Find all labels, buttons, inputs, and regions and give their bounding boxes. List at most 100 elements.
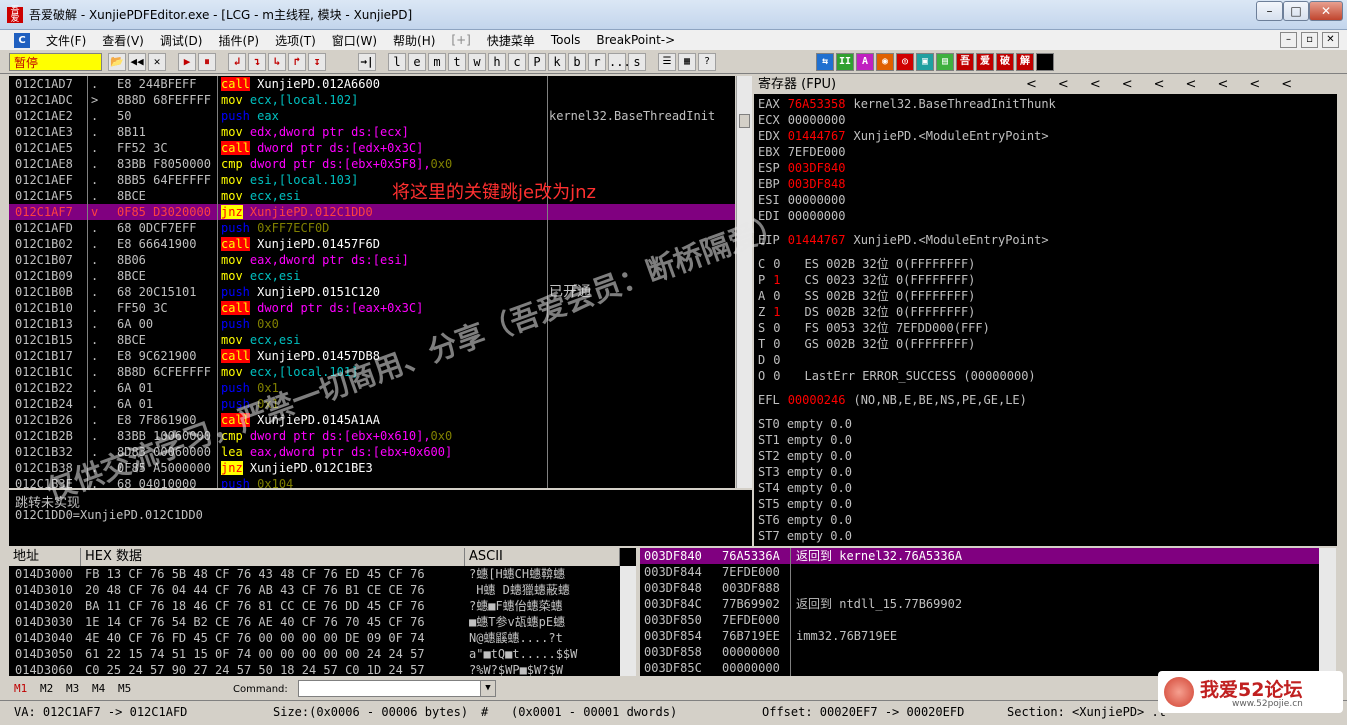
target-icon[interactable]: ◎ bbox=[896, 53, 914, 71]
register-row[interactable]: ESP 003DF840 bbox=[758, 160, 853, 176]
disasm-row[interactable]: 012C1ADC >8B8D 68FEFFFF mov ecx,[local.102… bbox=[9, 92, 735, 108]
disasm-row[interactable]: 012C1AD7. E8 244BFEFF call XunjiePD.012A66… bbox=[9, 76, 735, 92]
stack-row[interactable]: 003DF85C 00000000 bbox=[640, 660, 1336, 676]
disasm-row[interactable]: 012C1B2B. 83BB 10060000 cmp dword ptr ds:[… bbox=[9, 428, 735, 444]
minimize-button[interactable]: – bbox=[1256, 1, 1283, 21]
memory-button[interactable]: m bbox=[428, 53, 446, 71]
register-row[interactable]: ECX 00000000 bbox=[758, 112, 853, 128]
jie-icon[interactable]: 解 bbox=[1016, 53, 1034, 71]
disasm-row[interactable]: 012C1B10. FF50 3C call dword ptr ds:[eax+0… bbox=[9, 300, 735, 316]
step-into-icon[interactable]: ↲ bbox=[228, 53, 246, 71]
menu-options[interactable]: 选项(T) bbox=[267, 32, 324, 49]
record-icon[interactable]: ◉ bbox=[876, 53, 894, 71]
flag-row[interactable]: P 1 CS 0023 32位 0(FFFFFFFF) bbox=[758, 272, 975, 288]
dump-scrollbar[interactable] bbox=[620, 566, 636, 676]
cpu-button[interactable]: c bbox=[508, 53, 526, 71]
disasm-row[interactable]: 012C1B0B. 68 20C15101 push XunjiePD.0151C1… bbox=[9, 284, 735, 300]
register-row[interactable]: EBX 7EFDE000 bbox=[758, 144, 853, 160]
help-icon[interactable]: ? bbox=[698, 53, 716, 71]
nav-arrow-icon[interactable]: < bbox=[1154, 77, 1165, 92]
close-button[interactable]: ✕ bbox=[1309, 1, 1343, 21]
menu-breakpoint[interactable]: BreakPoint-> bbox=[588, 33, 683, 47]
disasm-row[interactable]: 012C1AE8. 83BB F8050000 cmp dword ptr ds:[… bbox=[9, 156, 735, 172]
dump-header-address[interactable]: 地址 bbox=[9, 548, 81, 566]
open-icon[interactable]: 📂 bbox=[108, 53, 126, 71]
trace-into-icon[interactable]: ↳ bbox=[268, 53, 286, 71]
disasm-row[interactable]: 012C1AF5. 8BCE mov ecx,esi bbox=[9, 188, 735, 204]
register-row[interactable]: EDX 01444767 XunjiePD.<ModuleEntryPoint> bbox=[758, 128, 1049, 144]
chevron-down-icon[interactable]: ▼ bbox=[480, 681, 495, 696]
fpu-row[interactable]: ST2 empty 0.0 bbox=[758, 448, 852, 464]
fpu-row[interactable]: ST6 empty 0.0 bbox=[758, 512, 852, 528]
flag-row[interactable]: O 0 LastErr ERROR_SUCCESS (00000000) bbox=[758, 368, 1036, 384]
register-nav-arrows[interactable]: < < < < < < < < < bbox=[1026, 76, 1313, 94]
trace-over-icon[interactable]: ↱ bbox=[288, 53, 306, 71]
execute-till-return-icon[interactable]: ↧ bbox=[308, 53, 326, 71]
tab-m4[interactable]: M4 bbox=[92, 682, 105, 695]
stack-row[interactable]: 003DF850 7EFDE000 bbox=[640, 612, 1336, 628]
tab-m3[interactable]: M3 bbox=[66, 682, 79, 695]
disasm-row[interactable]: 012C1B02. E8 66641900 call XunjiePD.01457F… bbox=[9, 236, 735, 252]
disasm-row[interactable]: 012C1AEF. 8BB5 64FEFFFF mov esi,[local.103… bbox=[9, 172, 735, 188]
stack-row[interactable]: 003DF854 76B719EE imm32.76B719EE bbox=[640, 628, 1336, 644]
menu-help[interactable]: 帮助(H) bbox=[385, 32, 443, 49]
stack-row[interactable]: 003DF840 76A5336A 返回到 kernel32.76A5336A bbox=[640, 548, 1336, 564]
register-row[interactable]: EBP 003DF848 bbox=[758, 176, 853, 192]
breakpoints-button[interactable]: b bbox=[568, 53, 586, 71]
disasm-row[interactable]: 012C1B38. 0F85 A5000000 jnz XunjiePD.012C1… bbox=[9, 460, 735, 476]
dump-header-hex[interactable]: HEX 数据 bbox=[81, 548, 465, 566]
dump-header-ascii[interactable]: ASCII bbox=[465, 548, 620, 566]
mdi-restore-button[interactable]: ▫ bbox=[1301, 32, 1318, 48]
handles-button[interactable]: h bbox=[488, 53, 506, 71]
disasm-row[interactable]: 012C1B1C. 8B8D 6CFEFFFF mov ecx,[local.101… bbox=[9, 364, 735, 380]
grid-icon[interactable]: ▣ bbox=[916, 53, 934, 71]
fpu-row[interactable]: ST4 empty 0.0 bbox=[758, 480, 852, 496]
registers-pane[interactable]: 寄存器 (FPU) < < < < < < < < < EAX 76A53358 kernel32.… bbox=[754, 76, 1337, 546]
disasm-row[interactable]: 012C1B3E. 68 04010000 push 0x104 bbox=[9, 476, 735, 488]
run-icon[interactable]: ▶ bbox=[178, 53, 196, 71]
a-plugin-icon[interactable]: A bbox=[856, 53, 874, 71]
threads-button[interactable]: t bbox=[448, 53, 466, 71]
menu-tools[interactable]: Tools bbox=[543, 33, 589, 47]
maximize-button[interactable]: □ bbox=[1283, 1, 1309, 21]
disasm-row[interactable]: 012C1AE5. FF52 3C call dword ptr ds:[edx+0… bbox=[9, 140, 735, 156]
flag-row[interactable]: T 0 GS 002B 32位 0(FFFFFFFF) bbox=[758, 336, 975, 352]
run-trace-button[interactable]: ... bbox=[608, 53, 631, 71]
register-row[interactable]: EFL 00000246 (NO,NB,E,BE,NS,PE,GE,LE) bbox=[758, 392, 1027, 408]
restart-icon[interactable]: ◀◀ bbox=[128, 53, 146, 71]
disasm-row[interactable]: 012C1B24. 6A 01 push 0x1 bbox=[9, 396, 735, 412]
stack-row[interactable]: 003DF858 00000000 bbox=[640, 644, 1336, 660]
register-row[interactable]: ESI 00000000 bbox=[758, 192, 853, 208]
nav-arrow-icon[interactable]: < bbox=[1281, 77, 1292, 92]
register-row[interactable]: EAX 76A53358 kernel32.BaseThreadInitThunk bbox=[758, 96, 1056, 112]
disasm-row[interactable]: 012C1AE2. 50 push eax kernel32.BaseThreadIn… bbox=[9, 108, 735, 124]
call-stack-button[interactable]: k bbox=[548, 53, 566, 71]
mdi-close-button[interactable]: ✕ bbox=[1322, 32, 1339, 48]
windows-button[interactable]: w bbox=[468, 53, 486, 71]
fpu-row[interactable]: ST3 empty 0.0 bbox=[758, 464, 852, 480]
disasm-row[interactable]: 012C1AFD. 68 0DCF7EFF push 0xFF7ECF0D bbox=[9, 220, 735, 236]
menu-file[interactable]: 文件(F) bbox=[38, 32, 94, 49]
patches-button[interactable]: P bbox=[528, 53, 546, 71]
fpu-row[interactable]: ST5 empty 0.0 bbox=[758, 496, 852, 512]
mdi-minimize-button[interactable]: – bbox=[1280, 32, 1297, 48]
disasm-row[interactable]: 012C1B07. 8B06 mov eax,dword ptr ds:[esi] bbox=[9, 252, 735, 268]
disasm-row[interactable]: 012C1B09. 8BCE mov ecx,esi bbox=[9, 268, 735, 284]
step-over-icon[interactable]: ↴ bbox=[248, 53, 266, 71]
wu-icon[interactable]: 吾 bbox=[956, 53, 974, 71]
menu-shortcuts[interactable]: 快捷菜单 bbox=[479, 32, 543, 49]
hex-dump-pane[interactable]: 地址 HEX 数据 ASCII 014D3000 FB 13 CF 76 5B 4… bbox=[9, 548, 636, 676]
fpu-row[interactable]: ST1 empty 0.0 bbox=[758, 432, 852, 448]
goto-icon[interactable]: →| bbox=[358, 53, 376, 71]
stack-row[interactable]: 003DF848 003DF888 bbox=[640, 580, 1336, 596]
pause-icon[interactable]: ⏸ bbox=[198, 53, 216, 71]
disasm-row[interactable]: 012C1AF7 v 0F85 D3020000 jnz XunjiePD.012C1… bbox=[9, 204, 735, 220]
menu-view[interactable]: 查看(V) bbox=[94, 32, 152, 49]
command-input[interactable]: ▼ bbox=[298, 680, 496, 697]
nav-arrow-icon[interactable]: < bbox=[1090, 77, 1101, 92]
disasm-row[interactable]: 012C1B32. 8D83 00060000 lea eax,dword ptr … bbox=[9, 444, 735, 460]
nav-arrow-icon[interactable]: < bbox=[1026, 77, 1037, 92]
register-row[interactable]: EIP 01444767 XunjiePD.<ModuleEntryPoint> bbox=[758, 232, 1049, 248]
fpu-row[interactable]: ST0 empty 0.0 bbox=[758, 416, 852, 432]
close-process-icon[interactable]: ✕ bbox=[148, 53, 166, 71]
